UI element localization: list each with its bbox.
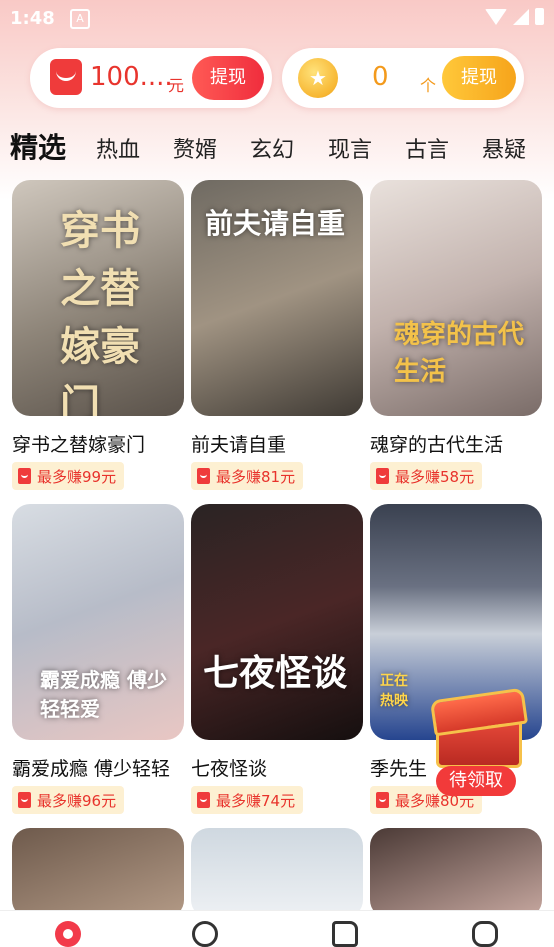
earn-badge: 最多赚99元 — [12, 462, 125, 490]
book-title: 前夫请自重 — [191, 434, 287, 456]
coin-withdraw-button[interactable]: 提现 — [442, 56, 516, 100]
cover-title: 魂穿的古代生活 — [394, 320, 525, 387]
earn-text: 最多赚99元 — [37, 467, 117, 486]
chest-claim-label[interactable]: 待领取 — [436, 766, 516, 796]
earn-text: 最多赚96元 — [37, 791, 117, 810]
notification-icon: A — [70, 9, 90, 29]
book-cover[interactable] — [370, 828, 542, 918]
earn-badge: 最多赚74元 — [191, 786, 304, 814]
home-icon[interactable] — [55, 921, 81, 947]
tab-ancient-romance[interactable]: 古言 — [405, 132, 449, 164]
book-cover[interactable]: 霸爱成瘾 傅少轻轻爱 — [12, 504, 184, 740]
category-tabs: 精选 热血 赘婿 玄幻 现言 古言 悬疑 — [0, 122, 554, 168]
wifi-icon — [485, 8, 507, 25]
status-bar: 1:48 A — [0, 0, 554, 36]
book-cover[interactable]: 前夫请自重 — [191, 180, 363, 416]
coin-unit: 个 — [420, 76, 437, 95]
status-icons — [485, 8, 544, 25]
cover-title: 霸爱成瘾 傅少轻轻爱 — [40, 668, 167, 721]
red-packet-icon — [197, 792, 210, 808]
tab-modern-romance[interactable]: 现言 — [328, 132, 372, 164]
red-packet-icon — [376, 792, 389, 808]
cash-withdraw-button[interactable]: 提现 — [192, 56, 264, 100]
book-title: 七夜怪谈 — [191, 758, 268, 780]
book-title: 霸爱成瘾 傅少轻轻 — [12, 758, 171, 780]
cash-amount: 100.... — [90, 62, 173, 92]
discover-icon[interactable] — [192, 921, 218, 947]
red-packet-icon — [18, 792, 31, 808]
cover-title: 七夜怪谈 — [203, 652, 348, 694]
earn-badge: 最多赚81元 — [191, 462, 304, 490]
bookshelf-icon[interactable] — [332, 921, 358, 947]
red-packet-icon — [376, 468, 389, 484]
tab-son-in-law[interactable]: 赘婿 — [173, 132, 217, 164]
status-time: 1:48 — [10, 8, 55, 29]
book-title: 魂穿的古代生活 — [370, 434, 504, 456]
cover-title: 前夫请自重 — [205, 207, 346, 240]
tab-hotblood[interactable]: 热血 — [96, 132, 140, 164]
cover-title: 穿书之替嫁豪门 — [60, 207, 140, 416]
coin-icon: ★ — [298, 58, 338, 98]
book-cover[interactable]: 穿书之替嫁豪门 — [12, 180, 184, 416]
tab-fantasy[interactable]: 玄幻 — [250, 132, 294, 164]
earn-badge: 最多赚96元 — [12, 786, 125, 814]
book-cover[interactable] — [191, 828, 363, 918]
red-packet-icon — [50, 59, 82, 95]
coin-balance-card[interactable]: ★ 0 个 提现 — [282, 48, 524, 108]
earn-text: 最多赚58元 — [395, 467, 475, 486]
book-cover[interactable]: 七夜怪谈 — [191, 504, 363, 740]
cover-title: 正在热映 — [380, 673, 408, 709]
tab-featured[interactable]: 精选 — [10, 126, 66, 166]
profile-icon[interactable] — [472, 921, 498, 947]
tab-suspense[interactable]: 悬疑 — [482, 132, 526, 164]
coin-count: 0 — [372, 62, 389, 92]
cash-balance-card[interactable]: 100.... 元 提现 — [30, 48, 272, 108]
book-cover[interactable]: 魂穿的古代生活 — [370, 180, 542, 416]
red-packet-icon — [197, 468, 210, 484]
book-title: 穿书之替嫁豪门 — [12, 434, 146, 456]
treasure-chest-reward[interactable]: 待领取 — [428, 687, 529, 800]
earn-text: 最多赚81元 — [216, 467, 296, 486]
battery-icon — [535, 8, 544, 25]
cash-unit: 元 — [168, 76, 185, 95]
red-packet-icon — [18, 468, 31, 484]
earn-text: 最多赚74元 — [216, 791, 296, 810]
signal-icon — [513, 8, 529, 25]
earn-badge: 最多赚58元 — [370, 462, 483, 490]
bottom-navigation — [0, 910, 554, 947]
book-cover[interactable] — [12, 828, 184, 918]
